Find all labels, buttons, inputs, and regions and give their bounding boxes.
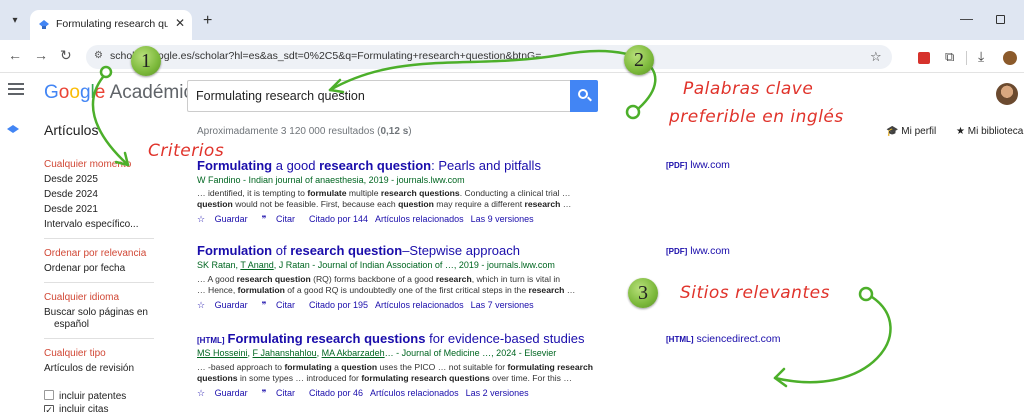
annotation-palabras-line1: Palabras clave [683, 79, 814, 99]
arrow-palabras [328, 49, 657, 120]
arrow-criterios [91, 65, 130, 167]
annotation-criterios: Criterios [148, 141, 225, 161]
annotation-badge-1: 1 [131, 46, 161, 76]
annotation-sitios: Sitios relevantes [680, 283, 830, 303]
annotation-badge-2: 2 [624, 45, 654, 75]
annotation-palabras-line2: preferible en inglés [669, 107, 844, 127]
annotation-badge-3: 3 [628, 278, 658, 308]
